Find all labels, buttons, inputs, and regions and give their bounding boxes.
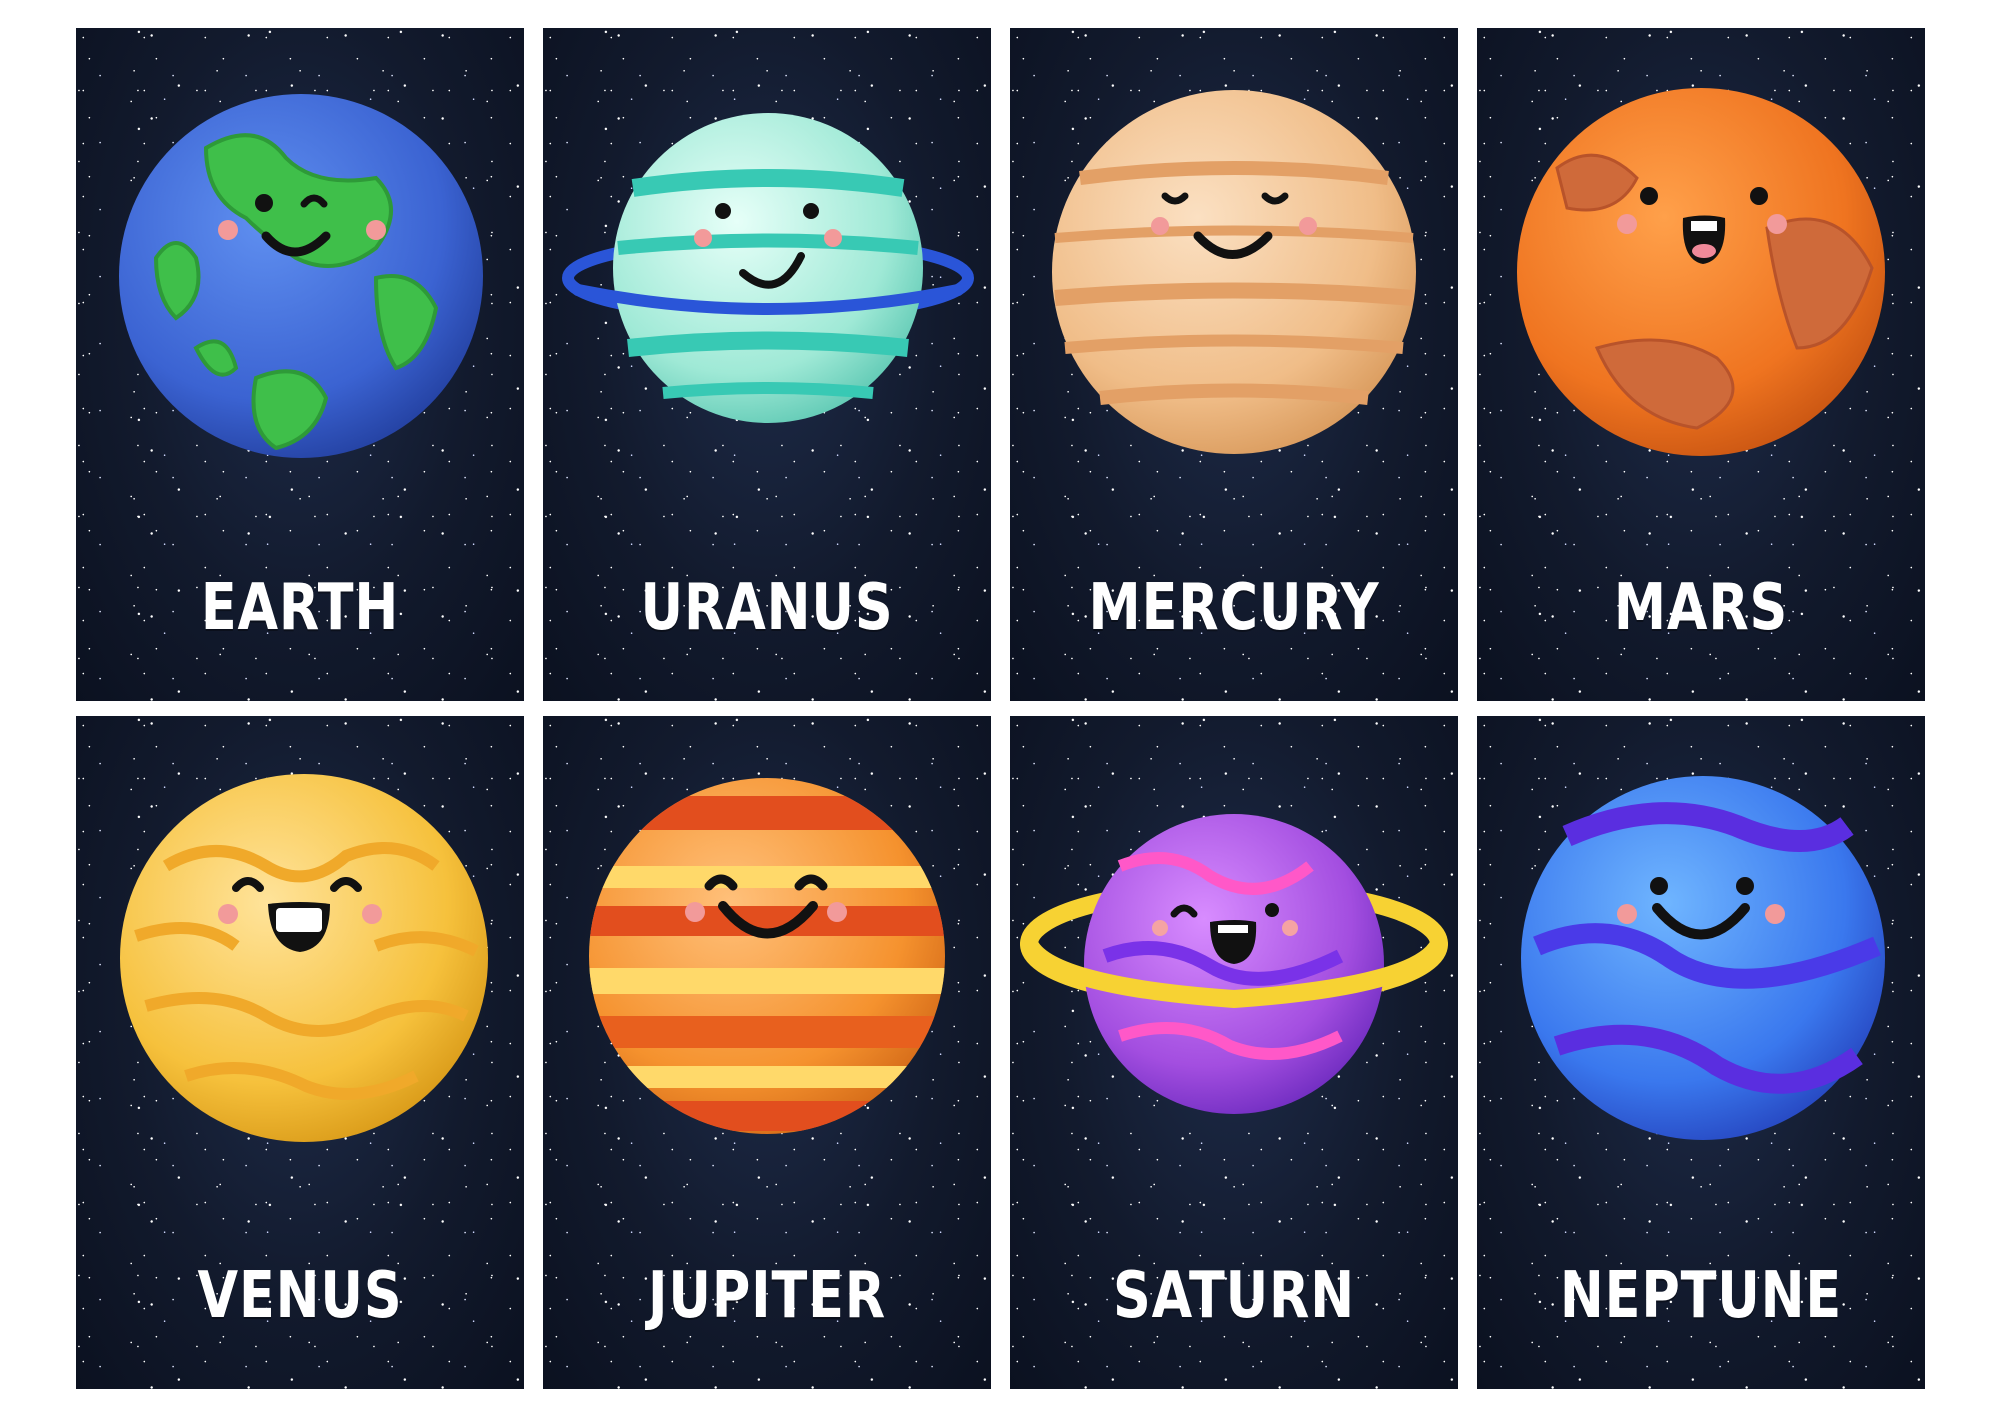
planet-name-label: MARS [1613, 571, 1789, 645]
venus-planet [76, 716, 524, 1236]
planet-name-label: JUPITER [648, 1259, 886, 1333]
mercury-planet [1010, 28, 1458, 548]
mars-planet [1477, 28, 1925, 548]
neptune-planet [1477, 716, 1925, 1236]
card-uranus: URANUS [543, 28, 991, 701]
earth-planet [76, 28, 524, 548]
card-mars: MARS [1477, 28, 1925, 701]
planet-name-label: EARTH [200, 571, 400, 645]
saturn-planet [1010, 716, 1458, 1236]
card-venus: VENUS [76, 716, 524, 1389]
card-mercury: MERCURY [1010, 28, 1458, 701]
planet-name-label: MERCURY [1088, 571, 1380, 645]
planet-name-label: VENUS [197, 1259, 403, 1333]
card-earth: EARTH [76, 28, 524, 701]
card-neptune: NEPTUNE [1477, 716, 1925, 1389]
uranus-planet [543, 28, 991, 548]
planet-name-label: SATURN [1112, 1259, 1356, 1333]
jupiter-planet [543, 716, 991, 1236]
card-jupiter: JUPITER [543, 716, 991, 1389]
planet-name-label: URANUS [640, 571, 894, 645]
card-saturn: SATURN [1010, 716, 1458, 1389]
planet-name-label: NEPTUNE [1559, 1259, 1843, 1333]
